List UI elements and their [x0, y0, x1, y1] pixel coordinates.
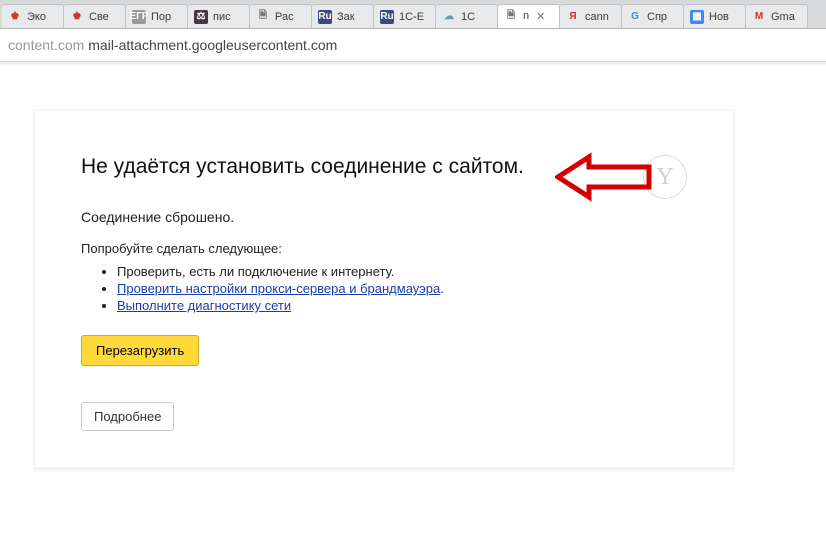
tab-12[interactable]: M Gma [746, 4, 808, 28]
tab-8-active[interactable]: 🗎 n ✕ [498, 4, 560, 28]
gmail-icon: M [752, 10, 766, 24]
tab-label: Спр [647, 11, 667, 23]
tab-0[interactable]: ♚ Эко [2, 4, 64, 28]
tab-7[interactable]: ☁ 1С [436, 4, 498, 28]
tab-10[interactable]: G Спр [622, 4, 684, 28]
error-card: Не удаётся установить соединение с сайто… [34, 110, 734, 468]
ru-icon: Ru [318, 10, 332, 24]
tab-label: Пор [151, 11, 171, 23]
address-host: mail-attachment.googleusercontent.com [88, 37, 337, 53]
cloud-icon: ☁ [442, 10, 456, 24]
scales-icon: ⚖ [194, 10, 208, 24]
google-news-icon: ▦ [690, 10, 704, 24]
tab-label: пис [213, 11, 231, 23]
suggestion-list: Проверить, есть ли подключение к интерне… [81, 264, 687, 313]
proxy-settings-link[interactable]: Проверить настройки прокси-сервера и бра… [117, 281, 440, 296]
tab-3[interactable]: ⚖ пис [188, 4, 250, 28]
tab-2[interactable]: ЕГР Пор [126, 4, 188, 28]
tab-label: n [523, 10, 529, 22]
tab-4[interactable]: 🗎 Рас [250, 4, 312, 28]
network-diagnostic-link[interactable]: Выполните диагностику сети [117, 298, 291, 313]
tab-label: 1С [461, 11, 475, 23]
tab-label: Рас [275, 11, 294, 23]
coat-of-arms-icon: ♚ [8, 10, 22, 24]
yandex-browser-icon: Y [643, 155, 687, 199]
error-subtitle: Соединение сброшено. [81, 209, 687, 225]
suggestion-item: Проверить, есть ли подключение к интерне… [117, 264, 687, 279]
address-bar[interactable]: content.com mail-attachment.googleuserco… [0, 29, 826, 62]
page-viewport: Не удаётся установить соединение с сайто… [0, 66, 826, 468]
reload-button[interactable]: Перезагрузить [81, 335, 199, 366]
page-icon: 🗎 [256, 10, 270, 24]
close-tab-icon[interactable]: ✕ [536, 10, 545, 23]
ru-icon: Ru [380, 10, 394, 24]
tab-6[interactable]: Ru 1С-Е [374, 4, 436, 28]
tab-label: Gma [771, 11, 795, 23]
tab-5[interactable]: Ru Зак [312, 4, 374, 28]
browser-tabstrip: ♚ Эко ♚ Све ЕГР Пор ⚖ пис 🗎 Рас Ru Зак R… [0, 0, 826, 29]
coat-of-arms-icon: ♚ [70, 10, 84, 24]
tab-label: Све [89, 11, 109, 23]
suggestion-text: Проверить, есть ли подключение к интерне… [117, 264, 394, 279]
error-title: Не удаётся установить соединение с сайто… [81, 155, 524, 179]
tab-1[interactable]: ♚ Све [64, 4, 126, 28]
tab-label: Зак [337, 11, 355, 23]
try-following-label: Попробуйте сделать следующее: [81, 241, 687, 256]
google-icon: G [628, 10, 642, 24]
tab-label: Эко [27, 11, 46, 23]
page-icon: 🗎 [504, 9, 518, 23]
tab-label: Нов [709, 11, 729, 23]
egr-icon: ЕГР [132, 10, 146, 24]
suggestion-item: Выполните диагностику сети [117, 298, 687, 313]
tab-9[interactable]: Я cann [560, 4, 622, 28]
address-truncated: content.com [8, 37, 84, 53]
suggestion-item: Проверить настройки прокси-сервера и бра… [117, 281, 687, 296]
tab-11[interactable]: ▦ Нов [684, 4, 746, 28]
tab-label: 1С-Е [399, 11, 424, 23]
tab-label: cann [585, 11, 609, 23]
details-button[interactable]: Подробнее [81, 402, 174, 431]
yandex-icon: Я [566, 10, 580, 24]
